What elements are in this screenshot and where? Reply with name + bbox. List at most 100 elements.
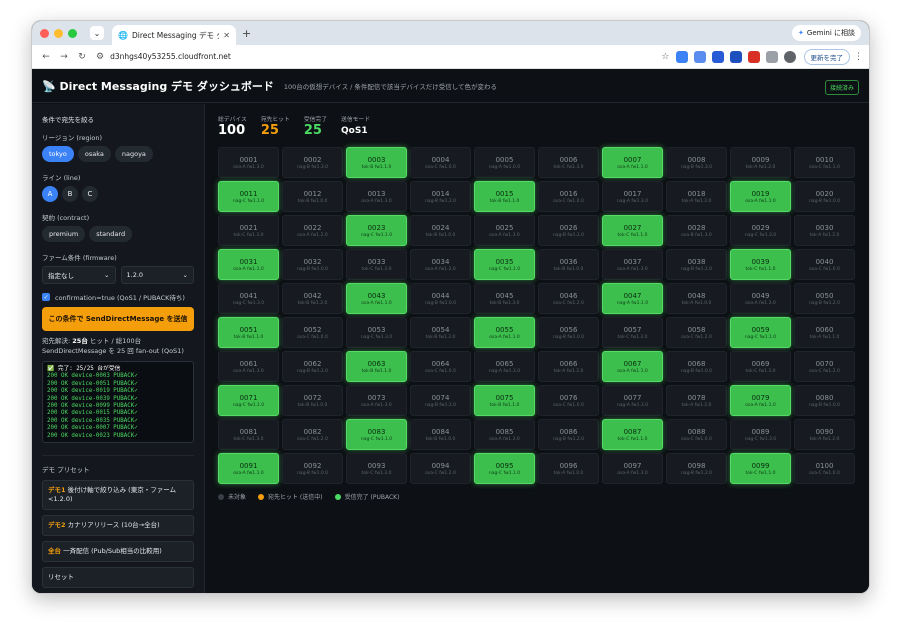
device-tile[interactable]: 0037 osa-A fw1.3.0 bbox=[602, 249, 663, 280]
device-tile[interactable]: 0031 osa-A fw1.1.0 bbox=[218, 249, 279, 280]
device-tile[interactable]: 0040 osa-C fw1.0.0 bbox=[794, 249, 855, 280]
device-tile[interactable]: 0022 osa-A fw1.2.0 bbox=[282, 215, 343, 246]
device-tile[interactable]: 0004 osa-C fw1.0.0 bbox=[410, 147, 471, 178]
send-log[interactable]: ✅ 完了: 25/25 台が受信 200 OK device-0003 PUBA… bbox=[42, 361, 194, 443]
device-tile[interactable]: 0063 tok-B fw1.1.0 bbox=[346, 351, 407, 382]
bookmark-star-icon[interactable]: ☆ bbox=[661, 52, 669, 62]
menu-icon[interactable]: ⋮ bbox=[854, 52, 863, 62]
device-tile[interactable]: 0028 osa-B fw1.3.0 bbox=[666, 215, 727, 246]
device-tile[interactable]: 0019 osa-A fw1.1.0 bbox=[730, 181, 791, 212]
device-tile[interactable]: 0058 osa-C fw1.2.0 bbox=[666, 317, 727, 348]
device-tile[interactable]: 0095 nag-C fw1.1.0 bbox=[474, 453, 535, 484]
device-tile[interactable]: 0016 osa-C fw1.0.0 bbox=[538, 181, 599, 212]
device-tile[interactable]: 0020 nag-B fw1.0.0 bbox=[794, 181, 855, 212]
line-chip-c[interactable]: C bbox=[82, 186, 98, 202]
pdf-icon[interactable] bbox=[747, 50, 760, 63]
device-tile[interactable]: 0078 tok-A fw1.2.0 bbox=[666, 385, 727, 416]
region-chip-tokyo[interactable]: tokyo bbox=[42, 146, 74, 162]
device-tile[interactable]: 0035 nag-C fw1.1.0 bbox=[474, 249, 535, 280]
device-tile[interactable]: 0032 nag-B fw1.0.0 bbox=[282, 249, 343, 280]
confirmation-checkbox[interactable]: ✓ bbox=[42, 293, 50, 301]
forward-icon[interactable]: → bbox=[56, 52, 72, 62]
device-tile[interactable]: 0098 nag-B fw1.2.0 bbox=[666, 453, 727, 484]
device-tile[interactable]: 0051 tok-B fw1.1.0 bbox=[218, 317, 279, 348]
contract-chip-premium[interactable]: premium bbox=[42, 226, 86, 242]
device-tile[interactable]: 0007 osa-A fw1.1.0 bbox=[602, 147, 663, 178]
device-tile[interactable]: 0002 nag-B fw1.3.0 bbox=[282, 147, 343, 178]
device-tile[interactable]: 0068 nag-B fw1.0.0 bbox=[666, 351, 727, 382]
device-tile[interactable]: 0099 tok-C fw1.1.0 bbox=[730, 453, 791, 484]
device-tile[interactable]: 0056 nag-B fw1.0.0 bbox=[538, 317, 599, 348]
line-chip-a[interactable]: A bbox=[42, 186, 58, 202]
device-tile[interactable]: 0070 osa-C fw1.2.0 bbox=[794, 351, 855, 382]
device-tile[interactable]: 0088 osa-C fw1.0.0 bbox=[666, 419, 727, 450]
device-tile[interactable]: 0026 nag-B fw1.2.0 bbox=[538, 215, 599, 246]
firmware-operator-select[interactable]: 指定なし ⌄ bbox=[42, 266, 116, 284]
device-tile[interactable]: 0074 nag-B fw1.2.0 bbox=[410, 385, 471, 416]
device-tile[interactable]: 0054 tok-B fw1.2.0 bbox=[410, 317, 471, 348]
device-tile[interactable]: 0014 nag-B fw1.2.0 bbox=[410, 181, 471, 212]
device-tile[interactable]: 0066 tok-A fw1.2.0 bbox=[538, 351, 599, 382]
device-tile[interactable]: 0100 osa-C fw1.0.0 bbox=[794, 453, 855, 484]
device-tile[interactable]: 0015 tok-B fw1.1.0 bbox=[474, 181, 535, 212]
device-tile[interactable]: 0060 tok-A fw1.1.0 bbox=[794, 317, 855, 348]
device-tile[interactable]: 0081 tok-C fw1.3.0 bbox=[218, 419, 279, 450]
device-tile[interactable]: 0049 osa-A fw1.3.0 bbox=[730, 283, 791, 314]
line-chip-b[interactable]: B bbox=[62, 186, 78, 202]
device-tile[interactable]: 0021 tok-C fw1.3.0 bbox=[218, 215, 279, 246]
device-tile[interactable]: 0097 osa-A fw1.3.0 bbox=[602, 453, 663, 484]
device-tile[interactable]: 0057 tok-C fw1.3.0 bbox=[602, 317, 663, 348]
address-bar[interactable]: d3nhgs40y53255.cloudfront.net bbox=[110, 52, 661, 61]
device-tile[interactable]: 0025 osa-A fw1.3.0 bbox=[474, 215, 535, 246]
maximize-window-icon[interactable] bbox=[68, 28, 77, 38]
device-tile[interactable]: 0084 tok-B fw1.0.0 bbox=[410, 419, 471, 450]
device-tile[interactable]: 0008 nag-B fw1.3.0 bbox=[666, 147, 727, 178]
device-tile[interactable]: 0001 osa-A fw1.3.0 bbox=[218, 147, 279, 178]
extension-icon[interactable] bbox=[711, 50, 724, 63]
minimize-window-icon[interactable] bbox=[54, 28, 63, 38]
device-tile[interactable]: 0075 tok-B fw1.1.0 bbox=[474, 385, 535, 416]
device-tile[interactable]: 0096 tok-A fw1.0.0 bbox=[538, 453, 599, 484]
device-tile[interactable]: 0062 nag-B fw1.2.0 bbox=[282, 351, 343, 382]
device-tile[interactable]: 0061 osa-A fw1.3.0 bbox=[218, 351, 279, 382]
avatar[interactable] bbox=[783, 50, 796, 63]
device-tile[interactable]: 0072 tok-B fw1.0.0 bbox=[282, 385, 343, 416]
device-tile[interactable]: 0080 nag-B fw1.0.0 bbox=[794, 385, 855, 416]
device-tile[interactable]: 0041 nag-C fw1.3.0 bbox=[218, 283, 279, 314]
update-button[interactable]: 更新を完了 bbox=[803, 48, 850, 65]
device-tile[interactable]: 0024 tok-B fw1.0.0 bbox=[410, 215, 471, 246]
device-tile[interactable]: 0013 osa-A fw1.3.0 bbox=[346, 181, 407, 212]
device-tile[interactable]: 0089 nag-C fw1.3.0 bbox=[730, 419, 791, 450]
device-tile[interactable]: 0029 nag-C fw1.3.0 bbox=[730, 215, 791, 246]
device-tile[interactable]: 0047 nag-A fw1.1.0 bbox=[602, 283, 663, 314]
device-tile[interactable]: 0092 nag-B fw1.0.0 bbox=[282, 453, 343, 484]
tab-close-icon[interactable]: ✕ bbox=[223, 31, 230, 40]
device-tile[interactable]: 0044 nag-B fw1.0.0 bbox=[410, 283, 471, 314]
device-tile[interactable]: 0090 tok-A fw1.2.0 bbox=[794, 419, 855, 450]
device-tile[interactable]: 0053 nag-C fw1.3.0 bbox=[346, 317, 407, 348]
device-tile[interactable]: 0017 nag-A fw1.3.0 bbox=[602, 181, 663, 212]
device-tile[interactable]: 0087 tok-C fw1.1.0 bbox=[602, 419, 663, 450]
device-tile[interactable]: 0027 tok-C fw1.1.0 bbox=[602, 215, 663, 246]
device-tile[interactable]: 0038 nag-B fw1.2.0 bbox=[666, 249, 727, 280]
device-tile[interactable]: 0043 osa-A fw1.1.0 bbox=[346, 283, 407, 314]
browser-tab[interactable]: 🌐 Direct Messaging デモ ダッシュボ ✕ bbox=[112, 25, 236, 45]
back-icon[interactable]: ← bbox=[38, 52, 54, 62]
device-tile[interactable]: 0079 osa-A fw1.1.0 bbox=[730, 385, 791, 416]
extension-icon[interactable] bbox=[675, 50, 688, 63]
reload-icon[interactable]: ↻ bbox=[74, 52, 90, 62]
region-chip-nagoya[interactable]: nagoya bbox=[114, 146, 153, 162]
preset-demo1-button[interactable]: デモ1 後付け軸で絞り込み (東京・ファーム<1.2.0) bbox=[42, 480, 194, 510]
device-tile[interactable]: 0006 tok-C fw1.3.0 bbox=[538, 147, 599, 178]
new-tab-icon[interactable]: + bbox=[242, 27, 251, 40]
device-tile[interactable]: 0086 nag-B fw1.2.0 bbox=[538, 419, 599, 450]
device-tile[interactable]: 0050 nag-B fw1.2.0 bbox=[794, 283, 855, 314]
confirmation-checkbox-row[interactable]: ✓ confirmation=true (QoS1 / PUBACK待ち) bbox=[42, 292, 194, 302]
device-tile[interactable]: 0009 tok-A fw1.2.0 bbox=[730, 147, 791, 178]
device-tile[interactable]: 0010 osa-C fw1.1.0 bbox=[794, 147, 855, 178]
device-tile[interactable]: 0023 nag-C fw1.1.0 bbox=[346, 215, 407, 246]
device-tile[interactable]: 0059 nag-C fw1.1.0 bbox=[730, 317, 791, 348]
device-tile[interactable]: 0039 tok-C fw1.1.0 bbox=[730, 249, 791, 280]
device-tile[interactable]: 0052 osa-C fw1.0.0 bbox=[282, 317, 343, 348]
device-tile[interactable]: 0036 tok-B fw1.0.0 bbox=[538, 249, 599, 280]
